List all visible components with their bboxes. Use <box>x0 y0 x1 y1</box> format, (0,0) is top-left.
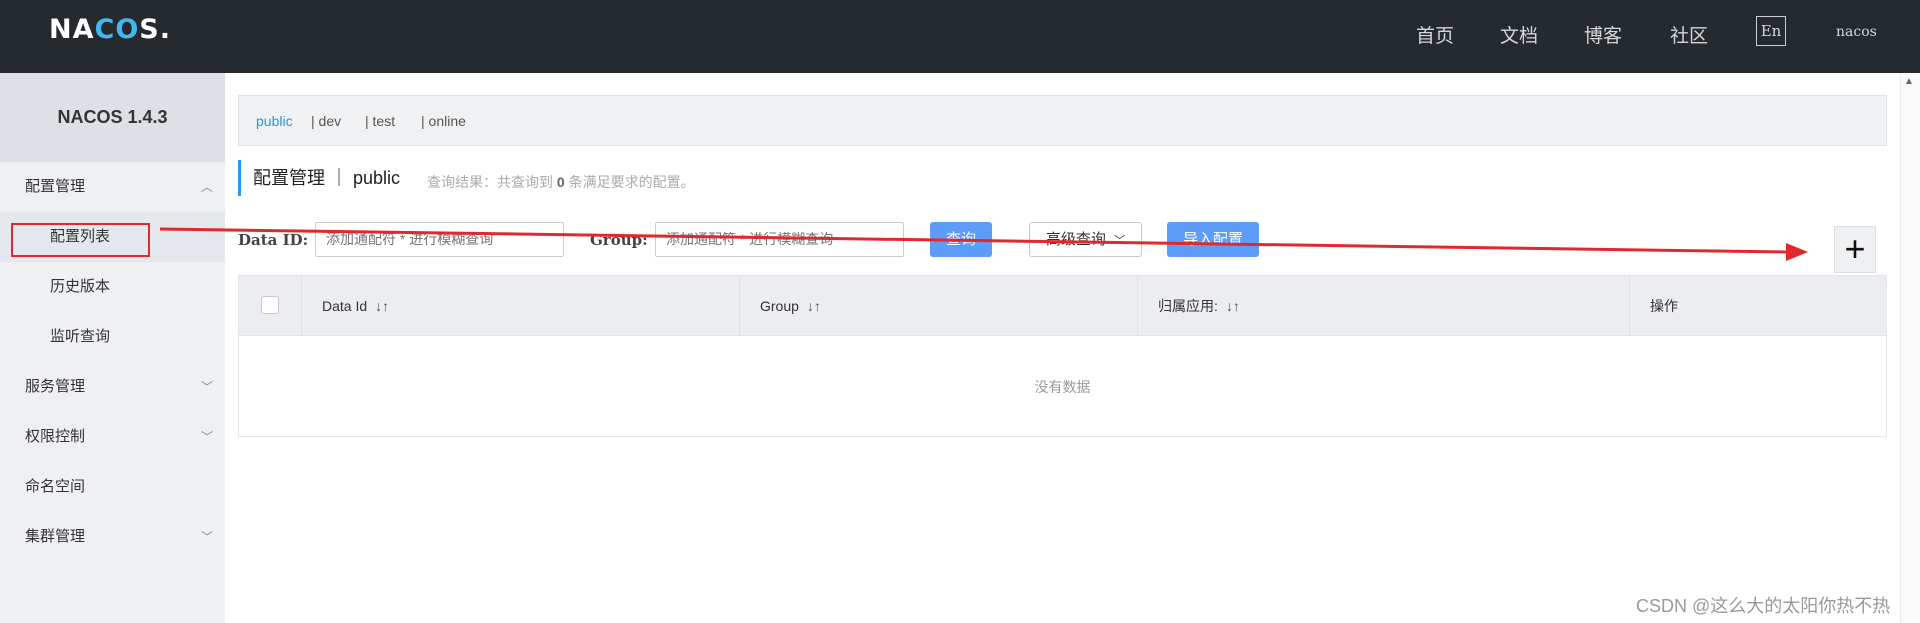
sidebar-item-service-management[interactable]: 服务管理 ﹀ <box>0 362 225 412</box>
group-input[interactable] <box>666 231 903 247</box>
config-table: Data Id ↓↑ Group ↓↑ 归属应用: ↓↑ 操作 没有数据 <box>238 275 1887 437</box>
page-title: 配置管理 ｜ public <box>253 168 401 188</box>
sort-icon[interactable]: ↓↑ <box>375 298 389 314</box>
annotation-highlight-box <box>11 223 150 257</box>
sidebar-item-label: 集群管理 <box>25 528 86 545</box>
sidebar-item-listener-query[interactable]: 监听查询 <box>0 312 225 362</box>
logo-text-1: NA <box>49 14 95 45</box>
group-label: Group: <box>590 231 648 249</box>
select-all-cell <box>239 276 302 336</box>
column-header-label: Group <box>760 298 799 314</box>
data-id-field[interactable] <box>315 222 564 257</box>
add-config-button[interactable]: + <box>1834 226 1876 273</box>
csdn-watermark: CSDN @这么大的太阳你热不热 <box>1636 596 1891 616</box>
query-result-summary: 查询结果：共查询到 0 条满足要求的配置。 <box>427 172 695 192</box>
chevron-down-icon: ﹀ <box>200 430 213 444</box>
data-id-label: Data ID: <box>238 231 309 249</box>
namespace-tabs: public | dev | test | online <box>238 95 1887 146</box>
empty-state-text: 没有数据 <box>1034 379 1091 395</box>
advanced-query-label: 高级查询 <box>1045 231 1106 248</box>
column-header-label: Data Id <box>322 298 368 314</box>
nav-blog[interactable]: 博客 <box>1584 21 1622 48</box>
user-name[interactable]: nacos <box>1836 24 1877 40</box>
tab-online[interactable]: | online <box>421 113 466 129</box>
sidebar-title: NACOS 1.4.3 <box>0 73 225 162</box>
scroll-up-arrow-icon[interactable]: ▲ <box>1904 76 1914 87</box>
table-header: Data Id ↓↑ Group ↓↑ 归属应用: ↓↑ 操作 <box>239 276 1886 336</box>
nav-home[interactable]: 首页 <box>1416 21 1454 48</box>
tab-public[interactable]: public <box>256 113 293 129</box>
sidebar-item-label: 监听查询 <box>50 328 111 345</box>
chevron-down-icon: ﹀ <box>1114 235 1126 247</box>
result-count: 0 <box>556 174 565 190</box>
chevron-down-icon: ﹀ <box>200 530 213 544</box>
chevron-down-icon: ﹀ <box>200 380 213 394</box>
sidebar-item-namespace[interactable]: 命名空间 <box>0 462 225 512</box>
sidebar-item-label: 权限控制 <box>25 428 86 445</box>
nacos-logo[interactable]: NACOS. <box>49 14 171 45</box>
column-header-data-id[interactable]: Data Id ↓↑ <box>302 276 740 336</box>
column-header-group[interactable]: Group ↓↑ <box>740 276 1138 336</box>
import-config-button[interactable]: 导入配置 <box>1167 222 1259 257</box>
nav-community[interactable]: 社区 <box>1670 21 1708 48</box>
sort-icon[interactable]: ↓↑ <box>1226 298 1240 314</box>
sidebar-item-history[interactable]: 历史版本 <box>0 262 225 312</box>
top-navbar: NACOS. 首页 文档 博客 社区 En nacos <box>0 0 1920 73</box>
sidebar-item-cluster-management[interactable]: 集群管理 ﹀ <box>0 512 225 562</box>
group-field[interactable] <box>655 222 904 257</box>
nav-docs[interactable]: 文档 <box>1500 21 1538 48</box>
column-header-app[interactable]: 归属应用: ↓↑ <box>1138 276 1630 336</box>
sidebar-item-label: 配置管理 <box>25 178 86 195</box>
vertical-scrollbar[interactable]: ▲ <box>1900 73 1920 623</box>
sort-icon[interactable]: ↓↑ <box>807 298 821 314</box>
sidebar-item-label: 命名空间 <box>25 478 86 495</box>
search-button[interactable]: 查询 <box>930 222 992 257</box>
result-prefix: 查询结果：共查询到 <box>427 174 553 190</box>
sidebar: NACOS 1.4.3 配置管理 ︿ 配置列表 历史版本 监听查询 服务管理 ﹀… <box>0 73 225 623</box>
column-header-label: 归属应用: <box>1158 298 1218 314</box>
tab-test[interactable]: | test <box>365 113 395 129</box>
data-id-input[interactable] <box>326 231 563 247</box>
tab-dev[interactable]: | dev <box>311 113 341 129</box>
sidebar-item-config-management[interactable]: 配置管理 ︿ <box>0 162 225 212</box>
page-title-bar: 配置管理 ｜ public <box>238 160 400 196</box>
sidebar-item-access-control[interactable]: 权限控制 ﹀ <box>0 412 225 462</box>
select-all-checkbox[interactable] <box>261 296 279 314</box>
logo-text-accent: CO <box>94 14 140 45</box>
sidebar-item-label: 历史版本 <box>50 278 111 295</box>
advanced-query-button[interactable]: 高级查询 ﹀ <box>1029 222 1142 257</box>
column-header-actions: 操作 <box>1630 276 1886 336</box>
sidebar-item-label: 服务管理 <box>25 378 86 395</box>
column-header-label: 操作 <box>1650 298 1678 314</box>
language-switch-button[interactable]: En <box>1756 16 1786 46</box>
result-suffix: 条满足要求的配置。 <box>568 174 695 190</box>
logo-text-2: S. <box>139 14 171 45</box>
chevron-up-icon: ︿ <box>200 180 213 194</box>
